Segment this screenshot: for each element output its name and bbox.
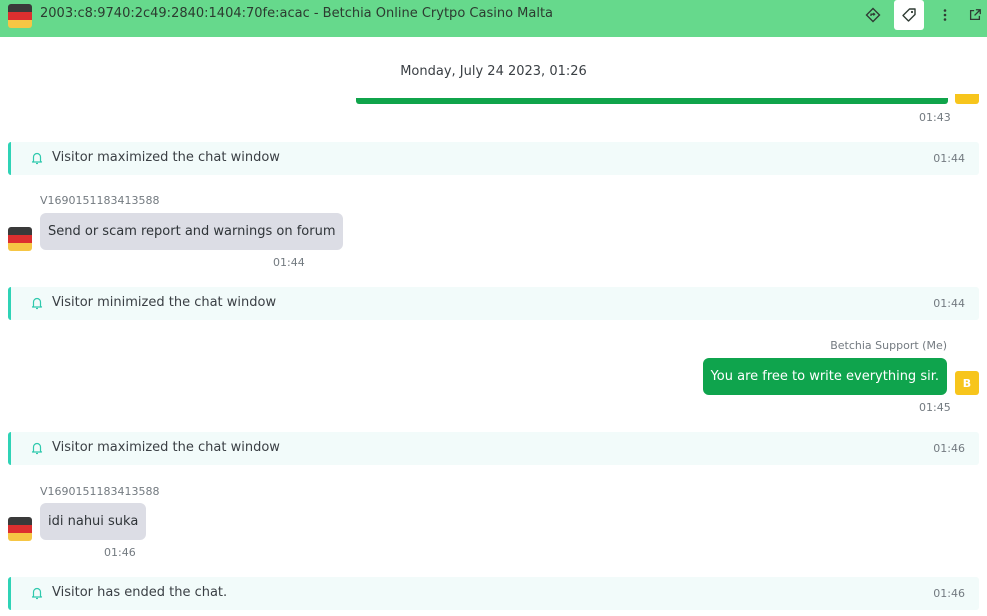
message-time: 01:46 xyxy=(104,546,136,559)
chat-title: 2003:c8:9740:2c49:2840:1404:70fe:acac - … xyxy=(40,6,554,21)
chat-header: 2003:c8:9740:2c49:2840:1404:70fe:acac - … xyxy=(0,0,987,37)
previous-agent-bubble xyxy=(356,98,948,104)
event-text: Visitor has ended the chat. xyxy=(52,585,228,600)
message-time: 01:44 xyxy=(273,256,305,269)
bell-icon xyxy=(31,152,43,165)
germany-flag-icon xyxy=(8,227,32,251)
event-row: Visitor minimized the chat window 01:44 xyxy=(8,287,979,320)
visitor-message-bubble: Send or scam report and warnings on foru… xyxy=(40,213,344,250)
more-options-button[interactable] xyxy=(930,0,960,30)
event-time: 01:46 xyxy=(933,587,965,600)
agent-name: Betchia Support (Me) xyxy=(830,339,947,352)
agent-avatar: B xyxy=(955,371,979,395)
germany-flag-icon xyxy=(8,517,32,541)
date-separator: Monday, July 24 2023, 01:26 xyxy=(400,64,587,79)
external-link-icon xyxy=(969,9,981,21)
tag-button[interactable] xyxy=(894,0,924,30)
agent-avatar xyxy=(955,94,979,104)
bell-icon xyxy=(31,442,43,455)
bell-icon xyxy=(31,297,43,310)
more-vert-icon xyxy=(943,9,947,21)
message-time: 01:45 xyxy=(919,401,951,414)
event-row: Visitor has ended the chat. 01:46 xyxy=(8,577,979,610)
routing-icon xyxy=(865,7,881,23)
event-time: 01:44 xyxy=(933,297,965,310)
event-row: Visitor maximized the chat window 01:46 xyxy=(8,432,979,465)
visitor-message-bubble: idi nahui suka xyxy=(40,503,147,540)
visitor-id: V1690151183413588 xyxy=(40,485,160,498)
event-row: Visitor maximized the chat window 01:44 xyxy=(8,142,979,175)
routing-button[interactable] xyxy=(858,0,888,30)
event-text: Visitor maximized the chat window xyxy=(52,440,280,455)
open-external-button[interactable] xyxy=(960,0,987,30)
event-text: Visitor minimized the chat window xyxy=(52,295,277,310)
visitor-id: V1690151183413588 xyxy=(40,194,160,207)
bell-icon xyxy=(31,587,43,600)
agent-message-bubble: You are free to write everything sir. xyxy=(702,358,947,395)
message-time: 01:43 xyxy=(919,111,951,124)
tag-icon xyxy=(902,8,916,22)
event-text: Visitor maximized the chat window xyxy=(52,150,280,165)
event-time: 01:46 xyxy=(933,442,965,455)
event-time: 01:44 xyxy=(933,152,965,165)
germany-flag-icon xyxy=(8,4,32,28)
